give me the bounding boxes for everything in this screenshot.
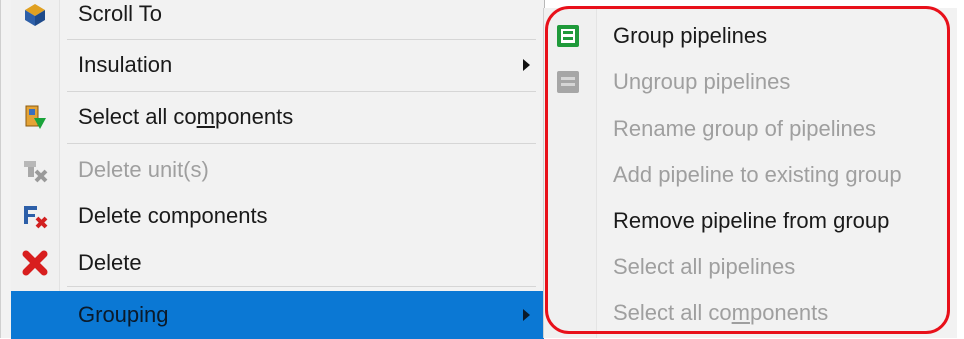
submenu-arrow-icon: [523, 309, 530, 321]
menu-item-label: Scroll To: [78, 1, 162, 26]
submenu-item-label: Ungroup pipelines: [613, 69, 791, 94]
submenu-item-label: Select all components: [613, 300, 829, 325]
menu-separator: [67, 143, 536, 144]
submenu-item-group-pipelines[interactable]: Group pipelines: [544, 12, 957, 60]
submenu-item-remove-pipeline-from-group[interactable]: Remove pipeline from group: [544, 197, 957, 245]
submenu-item-label: Select all pipelines: [613, 254, 796, 279]
select-components-icon: [19, 101, 51, 133]
menu-item-grouping[interactable]: Grouping: [11, 291, 544, 339]
menu-item-label: Grouping: [78, 302, 169, 327]
delete-components-icon: [19, 200, 51, 232]
submenu-item-add-pipeline-to-group[interactable]: Add pipeline to existing group: [544, 151, 957, 199]
submenu-item-select-all-components[interactable]: Select all components: [544, 289, 957, 337]
menu-separator: [67, 286, 536, 287]
context-menu: Scroll To Insulation Select all componen…: [0, 0, 545, 339]
menu-item-insulation[interactable]: Insulation: [1, 41, 544, 89]
submenu-item-label: Group pipelines: [613, 23, 768, 48]
menu-item-select-all-components[interactable]: Select all components: [1, 93, 544, 141]
submenu-item-label: Add pipeline to existing group: [613, 162, 902, 187]
delete-unit-icon: [19, 154, 51, 186]
menu-item-label: Delete: [78, 250, 142, 275]
group-pipelines-icon: [552, 20, 584, 52]
submenu-item-label: Rename group of pipelines: [613, 116, 876, 141]
submenu-item-label: Remove pipeline from group: [613, 208, 890, 233]
menu-item-delete-components[interactable]: Delete components: [1, 192, 544, 240]
submenu-item-rename-group[interactable]: Rename group of pipelines: [544, 105, 957, 153]
submenu-item-select-all-pipelines[interactable]: Select all pipelines: [544, 243, 957, 291]
menu-item-label: Select all components: [78, 104, 294, 129]
menu-item-label: Delete unit(s): [78, 157, 209, 182]
menu-item-label: Insulation: [78, 52, 173, 77]
grouping-submenu: Group pipelines Ungroup pipelines Rename…: [543, 8, 957, 338]
submenu-arrow-icon: [523, 59, 530, 71]
delete-x-icon: [19, 247, 51, 279]
menu-item-label: Delete components: [78, 203, 268, 228]
menu-separator: [67, 91, 536, 92]
menu-separator: [67, 39, 536, 40]
menu-item-scroll-to[interactable]: Scroll To: [1, 0, 544, 38]
scroll-to-icon: [19, 0, 51, 30]
menu-item-delete[interactable]: Delete: [1, 239, 544, 287]
submenu-item-ungroup-pipelines[interactable]: Ungroup pipelines: [544, 58, 957, 106]
menu-item-delete-units[interactable]: Delete unit(s): [1, 146, 544, 194]
ungroup-pipelines-icon: [552, 66, 584, 98]
